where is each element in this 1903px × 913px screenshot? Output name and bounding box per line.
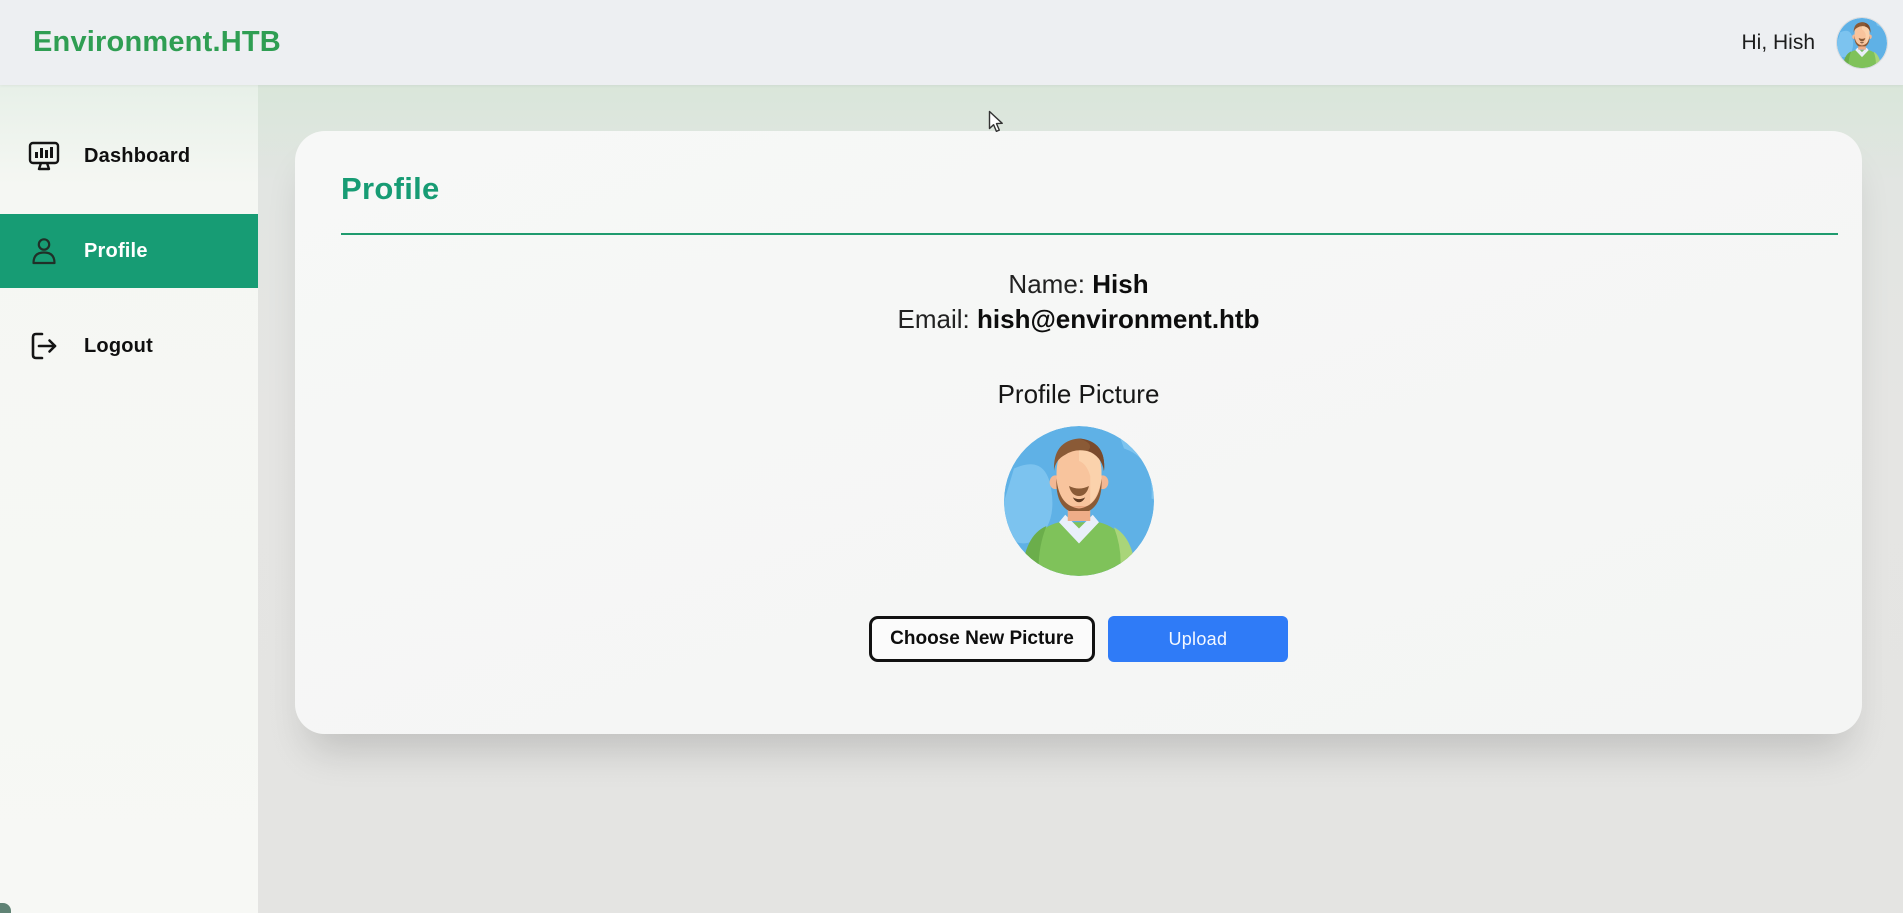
upload-button[interactable]: Upload [1108, 616, 1288, 662]
profile-picture-image [1004, 426, 1154, 576]
name-value: Hish [1092, 269, 1148, 299]
profile-picture-label: Profile Picture [341, 379, 1816, 410]
navbar: Environment.HTB Hi, Hish [0, 0, 1903, 85]
sidebar: Dashboard Profile Logout [0, 85, 258, 913]
profile-info: Name: Hish Email: hish@environment.htb P… [341, 267, 1816, 662]
user-person-icon [27, 234, 61, 268]
email-line: Email: hish@environment.htb [341, 302, 1816, 337]
page-body: Dashboard Profile Logout [0, 85, 1903, 913]
name-line: Name: Hish [341, 267, 1816, 302]
sidebar-item-profile[interactable]: Profile [0, 214, 258, 288]
main-content: Profile Name: Hish Email: hish@environme… [258, 85, 1903, 913]
picture-actions: Choose New Picture Upload [341, 616, 1816, 662]
name-label: Name: [1008, 269, 1085, 299]
user-greeting: Hi, Hish [1741, 31, 1815, 55]
email-label: Email: [898, 304, 970, 334]
email-value: hish@environment.htb [977, 304, 1259, 334]
navbar-right: Hi, Hish [1741, 18, 1887, 68]
title-divider [341, 233, 1838, 235]
sidebar-item-label: Profile [84, 240, 148, 263]
page-title: Profile [341, 171, 1816, 207]
sidebar-item-logout[interactable]: Logout [0, 309, 258, 383]
profile-card: Profile Name: Hish Email: hish@environme… [295, 131, 1862, 734]
navbar-avatar-icon[interactable] [1837, 18, 1887, 68]
choose-new-picture-button[interactable]: Choose New Picture [869, 616, 1095, 662]
brand-logo[interactable]: Environment.HTB [33, 26, 281, 59]
sidebar-item-label: Logout [84, 335, 153, 358]
logout-arrow-icon [27, 329, 61, 363]
sidebar-item-dashboard[interactable]: Dashboard [0, 119, 258, 193]
dashboard-monitor-chart-icon [27, 139, 61, 173]
sidebar-item-label: Dashboard [84, 145, 190, 168]
